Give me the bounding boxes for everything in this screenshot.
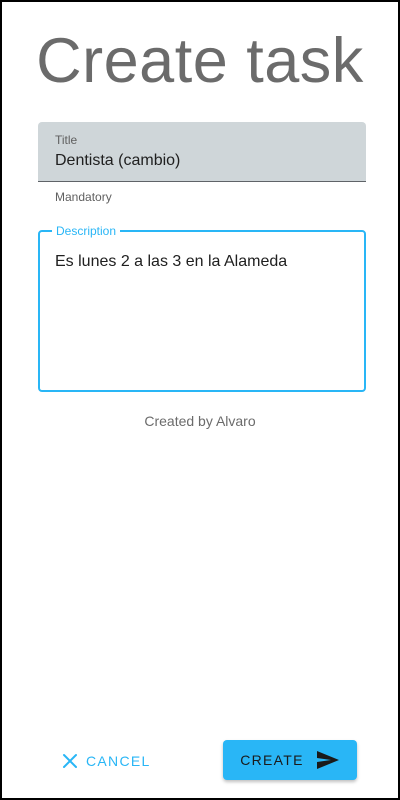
create-button[interactable]: CREATE — [223, 740, 357, 780]
description-input[interactable]: Es lunes 2 a las 3 en la Alameda — [55, 252, 351, 272]
app-screen: Create task Title Dentista (cambio) Mand… — [0, 0, 400, 800]
title-input[interactable]: Dentista (cambio) — [55, 152, 180, 170]
description-field[interactable]: Description Es lunes 2 a las 3 en la Ala… — [38, 223, 366, 392]
title-helper-text: Mandatory — [55, 190, 112, 204]
create-button-label: CREATE — [240, 752, 304, 768]
send-icon — [316, 750, 340, 770]
cancel-button[interactable]: CANCEL — [54, 742, 159, 780]
created-by-text: Created by Alvaro — [144, 413, 256, 429]
title-field[interactable]: Title Dentista (cambio) — [38, 122, 366, 182]
title-field-label: Title — [55, 133, 78, 147]
close-icon — [62, 753, 78, 769]
page-title: Create task — [36, 26, 364, 96]
description-field-label: Description — [52, 223, 121, 239]
cancel-button-label: CANCEL — [86, 753, 151, 769]
